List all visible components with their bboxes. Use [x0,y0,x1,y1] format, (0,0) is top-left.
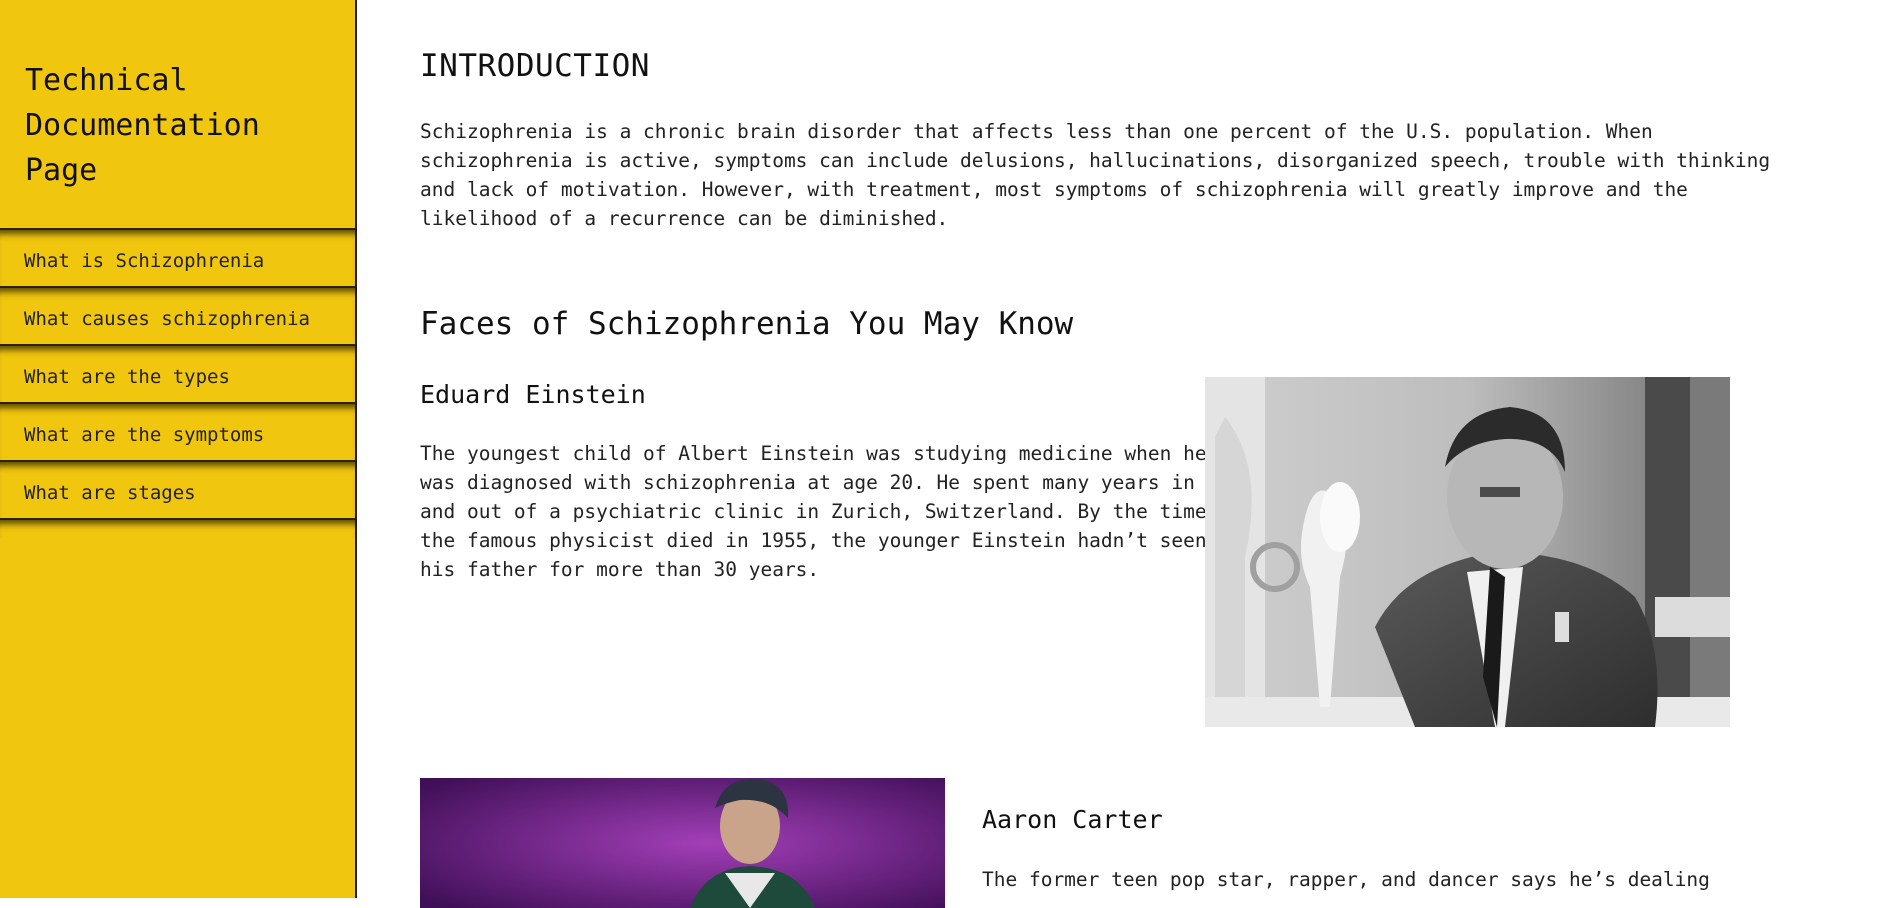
einstein-photo [1205,377,1730,727]
person-name-carter: Aaron Carter [982,805,1163,834]
main-content: INTRODUCTION Schizophrenia is a chronic … [420,0,1860,908]
intro-paragraph: Schizophrenia is a chronic brain disorde… [420,120,1771,230]
nav-item-what-are-the-types[interactable]: What are the types [0,344,355,402]
section-heading-introduction: INTRODUCTION [420,48,650,84]
person-text-einstein: The youngest child of Albert Einstein wa… [420,442,1207,581]
section-heading-faces: Faces of Schizophrenia You May Know [420,306,1074,342]
nav-item-what-are-stages[interactable]: What are stages [0,460,355,518]
sidebar: Technical Documentation Page What is Sch… [0,0,357,898]
carter-photo [420,778,945,908]
nav-divider [0,518,355,538]
nav-item-label[interactable]: What are the types [24,366,230,388]
sidebar-title: Technical Documentation Page [25,63,260,188]
nav-item-label[interactable]: What are the symptoms [24,424,264,446]
person-text-carter: The former teen pop star, rapper, and da… [982,868,1710,891]
person-name-einstein: Eduard Einstein [420,380,646,409]
nav-item-what-are-the-symptoms[interactable]: What are the symptoms [0,402,355,460]
nav-item-what-is-schizophrenia[interactable]: What is Schizophrenia [0,228,355,286]
nav-menu: What is Schizophrenia What causes schizo… [0,228,355,538]
nav-item-label[interactable]: What causes schizophrenia [24,308,310,330]
nav-item-what-causes-schizophrenia[interactable]: What causes schizophrenia [0,286,355,344]
nav-item-label[interactable]: What are stages [24,482,196,504]
nav-item-label[interactable]: What is Schizophrenia [24,250,264,272]
